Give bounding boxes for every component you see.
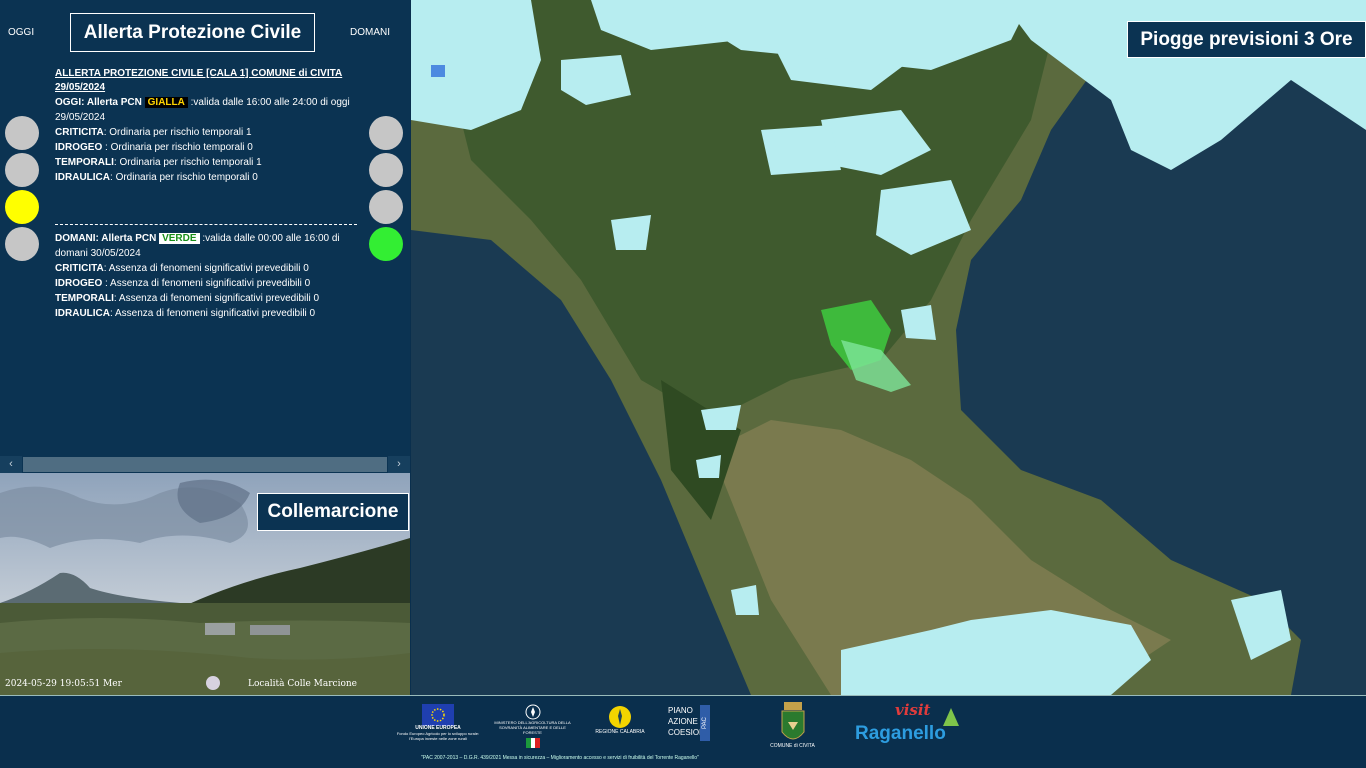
webcam-view: Collemarcione 2024-05-29 19:05:51 Mer Lo… (0, 473, 410, 695)
row-key: IDROGEO (55, 142, 103, 153)
today-level-badge: GIALLA (144, 97, 188, 108)
row-sep: : (102, 278, 111, 289)
row-key: IDROGEO (55, 278, 103, 289)
eu-logo: UNIONE EUROPEA Fondo Europeo Agricolo pe… (393, 704, 483, 741)
today-label: OGGI (8, 27, 35, 38)
row-key: IDRAULICA (55, 172, 110, 183)
horizontal-scrollbar[interactable]: ‹ › (0, 456, 410, 473)
comune-crest-icon (781, 702, 804, 740)
raganello-label: Raganello (855, 723, 946, 744)
comune-label: COMUNE di CIVITA (770, 743, 815, 749)
today-row: CRITICITA: Ordinaria per rischio tempora… (55, 125, 357, 140)
tomorrow-lamp-1 (369, 116, 403, 150)
today-summary: OGGI: Allerta PCN GIALLA :valida dalle 1… (55, 95, 357, 125)
today-lamp-2 (5, 153, 39, 187)
comune-logo: COMUNE di CIVITA (765, 702, 820, 749)
row-text: Ordinaria per rischio temporali 0 (115, 172, 258, 183)
today-prefix: OGGI: Allerta PCN (55, 97, 142, 108)
row-sep: : (102, 142, 111, 153)
footer-logos: UNIONE EUROPEA Fondo Europeo Agricolo pe… (0, 695, 1366, 768)
tomorrow-row: IDRAULICA: Assenza di fenomeni significa… (55, 306, 357, 321)
region-logo: REGIONE CALABRIA (590, 704, 650, 735)
row-text: Ordinaria per rischio temporali 1 (109, 127, 252, 138)
tomorrow-lamp-4-active (369, 227, 403, 261)
today-row: IDRAULICA: Ordinaria per rischio tempora… (55, 170, 357, 185)
alert-panel: OGGI Allerta Protezione Civile DOMANI AL… (0, 0, 410, 473)
satellite-map-image (411, 0, 1366, 695)
today-lamp-1 (5, 116, 39, 150)
webcam-title: Collemarcione (257, 493, 409, 531)
ministry-logo: MINISTERO DELL'AGRICOLTURA DELLA SOVRANI… (490, 704, 575, 748)
tomorrow-row: CRITICITA: Assenza di fenomeni significa… (55, 261, 357, 276)
alert-header[interactable]: ALLERTA PROTEZIONE CIVILE [CALA 1] COMUN… (55, 67, 357, 95)
pac-logo: PIANO AZIONE COESIONE PAC (668, 705, 718, 741)
tomorrow-lamp-3 (369, 190, 403, 224)
scroll-left-icon[interactable]: ‹ (0, 456, 22, 473)
row-text: Ordinaria per rischio temporali 0 (110, 142, 253, 153)
row-key: TEMPORALI (55, 293, 114, 304)
row-key: CRITICITA (55, 263, 104, 274)
tomorrow-prefix: DOMANI: Allerta PCN (55, 233, 157, 244)
tomorrow-traffic-light (368, 116, 408, 264)
region-label: REGIONE CALABRIA (595, 729, 645, 735)
footer-note: "PAC 2007-2013 – D.G.R. 439/2021 Messa i… (421, 755, 699, 761)
region-crest-icon (609, 706, 631, 728)
row-key: CRITICITA (55, 127, 104, 138)
row-text: Ordinaria per rischio temporali 1 (119, 157, 262, 168)
alert-title: Allerta Protezione Civile (70, 13, 315, 52)
pac-badge: PAC (700, 705, 710, 741)
tomorrow-row: TEMPORALI: Assenza di fenomeni significa… (55, 291, 357, 306)
today-row: TEMPORALI: Ordinaria per rischio tempora… (55, 155, 357, 170)
rain-forecast-map[interactable]: Piogge previsioni 3 Ore (411, 0, 1366, 695)
alert-text: ALLERTA PROTEZIONE CIVILE [CALA 1] COMUN… (55, 67, 357, 321)
ministry-label: MINISTERO DELL'AGRICOLTURA DELLA SOVRANI… (494, 720, 571, 735)
today-row: IDROGEO : Ordinaria per rischio temporal… (55, 140, 357, 155)
tomorrow-label: DOMANI (350, 27, 390, 38)
tomorrow-level-badge: VERDE (159, 233, 200, 244)
row-text: Assenza di fenomeni significativi preved… (115, 308, 316, 319)
tomorrow-row: IDROGEO : Assenza di fenomeni significat… (55, 276, 357, 291)
today-lamp-4 (5, 227, 39, 261)
visit-label: visit (895, 701, 931, 719)
scroll-right-icon[interactable]: › (388, 456, 410, 473)
map-title: Piogge previsioni 3 Ore (1127, 21, 1366, 58)
pac-line-1: PIANO (668, 706, 693, 715)
eu-flag-icon (422, 704, 454, 726)
eu-subtitle: Fondo Europeo Agricolo per lo sviluppo r… (396, 731, 480, 741)
today-traffic-light (4, 116, 44, 264)
today-lamp-3-active (5, 190, 39, 224)
row-key: TEMPORALI (55, 157, 114, 168)
row-key: IDRAULICA (55, 308, 110, 319)
divider (55, 224, 357, 225)
tomorrow-summary: DOMANI: Allerta PCN VERDE :valida dalle … (55, 231, 357, 261)
republic-emblem-icon (525, 704, 540, 720)
row-text: Assenza di fenomeni significativi preved… (110, 278, 311, 289)
tomorrow-lamp-2 (369, 153, 403, 187)
row-text: Assenza di fenomeni significativi preved… (108, 263, 309, 274)
row-text: Assenza di fenomeni significativi preved… (118, 293, 320, 304)
italy-flag-icon (525, 738, 540, 748)
webcam-location: Località Colle Marcione (248, 679, 357, 689)
scrollbar-thumb[interactable] (23, 457, 387, 472)
visit-raganello-logo: visit Raganello (855, 701, 970, 766)
webcam-timestamp: 2024-05-29 19:05:51 Mer (5, 679, 122, 689)
raganello-mark-icon (943, 708, 959, 726)
